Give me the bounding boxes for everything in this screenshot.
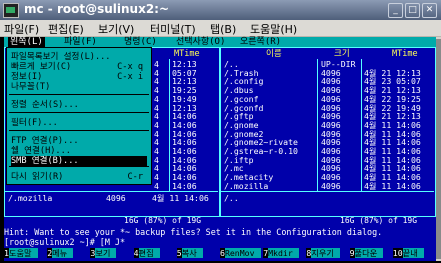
fkey-label: RenMov: [224, 248, 261, 258]
dropdown-item[interactable]: 다시 읽기(R) C-r: [11, 172, 147, 182]
right-panel-separator: [221, 191, 434, 192]
fkey-label: Mkdir: [268, 248, 299, 258]
fkey-7[interactable]: 7Mkdir: [263, 248, 299, 258]
fkey-number: 4: [133, 248, 139, 258]
window-title: mc - root@sulinux2:~: [24, 2, 170, 16]
fkey-5[interactable]: 5복사: [176, 248, 203, 258]
dropdown-item-label: FTP 연결(P)...: [11, 136, 79, 146]
dropdown-separator: [9, 166, 149, 167]
dropdown-item[interactable]: 쉘 연결(H)...: [11, 146, 147, 156]
fkey-number: 5: [176, 248, 182, 258]
fkey-number: 9: [349, 248, 355, 258]
dropdown-item-shortcut: C-x i: [117, 72, 143, 82]
menu-help[interactable]: 도움말(H): [250, 21, 297, 37]
left-menu-dropdown: 파일목록보기 설정(L)... 빠르게 보기(C) C-x q 정보(I) C-x i 나…: [6, 47, 152, 185]
fkey-label: 지우기: [311, 248, 340, 258]
window-titlebar: mc - root@sulinux2:~ _ □ ✕: [0, 0, 441, 20]
dropdown-item[interactable]: 파일목록보기 설정(L)...: [11, 52, 147, 62]
mc-menu-file[interactable]: 파일(F): [64, 37, 97, 47]
terminal-scrollbar[interactable]: [436, 37, 441, 261]
menu-file[interactable]: 파일(F): [4, 21, 39, 37]
dropdown-separator: [9, 130, 149, 131]
mc-menu-left[interactable]: 왼쪽(L): [8, 37, 45, 47]
maximize-icon[interactable]: □: [405, 3, 420, 18]
dropdown-item-shortcut: C-x q: [117, 62, 143, 72]
dropdown-item-label: 파일목록보기 설정(L)...: [11, 52, 111, 62]
shell-prompt[interactable]: [root@sulinux2 ~]# [M J*: [4, 237, 125, 247]
fkey-label: 편집: [138, 248, 160, 258]
left-panel-column-divider: [169, 59, 170, 191]
menu-edit[interactable]: 편집(E): [48, 21, 84, 37]
close-icon[interactable]: ✕: [422, 3, 437, 18]
minimize-icon[interactable]: _: [388, 3, 403, 18]
dropdown-item[interactable]: 필터(F)...: [11, 118, 147, 128]
fkey-label: 풀다운: [354, 248, 384, 258]
left-panel-date-fragment: 4: [154, 180, 159, 191]
fkey-label: 끝내: [402, 248, 424, 258]
right-panel-disk-status: 16G (87%) of 19G: [340, 216, 418, 225]
dropdown-item[interactable]: 정렬 순서(S)...: [11, 100, 147, 110]
right-panel-date-cell: 4월 11 14:06: [364, 180, 421, 191]
menu-view[interactable]: 보기(V): [98, 21, 134, 37]
fkey-label: 보기: [95, 248, 117, 258]
left-panel-selected-name: /.mozilla: [8, 193, 53, 203]
left-panel-disk-status: 16G (87%) of 19G: [124, 216, 202, 225]
fkey-label: 메뉴: [52, 248, 74, 258]
mc-menu-right[interactable]: 오른쪽(R): [240, 37, 281, 47]
dropdown-item[interactable]: 나무꼴(T): [11, 82, 147, 92]
fkey-4[interactable]: 4편집: [133, 248, 160, 258]
fkey-2[interactable]: 2메뉴: [47, 248, 74, 258]
right-panel-divider-2: [361, 59, 362, 191]
right-panel-divider-1: [317, 59, 318, 191]
terminal-menubar: 파일(F) 편집(E) 보기(V) 터미널(T) 탭(B) 도움말(H): [0, 20, 441, 37]
dropdown-separator: [9, 94, 149, 95]
terminal-app-icon: [3, 3, 19, 18]
terminal-screen[interactable]: 왼쪽(L) 파일(F) 명령(C) 선택사항(O) 오른쪽(R) MTime 1…: [4, 37, 436, 261]
dropdown-item-label: SMB 연결(B)...: [11, 156, 79, 166]
left-panel-selected-date: 4월 11 14:06: [152, 193, 209, 203]
left-panel-separator: [5, 191, 218, 192]
right-panel-selected-name: /..: [224, 193, 239, 203]
right-panel-name-cell[interactable]: /.mozilla: [224, 182, 268, 191]
dropdown-item-label: 정렬 순서(S)...: [11, 100, 79, 110]
hint-line: Hint: Want to see your *~ backup files? …: [4, 227, 383, 237]
left-panel-mtime-header: MTime: [174, 49, 200, 59]
dropdown-item-label: 쉘 연결(H)...: [11, 146, 71, 156]
right-panel-name-header[interactable]: 이름: [266, 49, 282, 59]
dropdown-item-label: 빠르게 보기(C): [11, 62, 72, 72]
right-panel-size-header[interactable]: 크기: [334, 49, 350, 59]
fkey-10[interactable]: 10끝내: [392, 248, 424, 258]
dropdown-item-label: 다시 읽기(R): [11, 172, 64, 182]
dropdown-item-label: 정보(I): [11, 72, 43, 82]
dropdown-item-label: 필터(F)...: [11, 118, 58, 128]
scrollbar-thumb[interactable]: [436, 39, 441, 259]
menu-tabs[interactable]: 탭(B): [210, 21, 236, 37]
dropdown-item-shortcut: C-r: [127, 172, 143, 182]
dropdown-separator: [9, 112, 149, 113]
fkey-1[interactable]: 1도움말: [4, 248, 38, 258]
fkey-6[interactable]: 6RenMov: [220, 248, 261, 258]
dropdown-item[interactable]: 정보(I) C-x i: [11, 72, 147, 82]
fkey-label: 복사: [181, 248, 203, 258]
menu-terminal[interactable]: 터미널(T): [150, 21, 196, 37]
mc-menubar: 왼쪽(L) 파일(F) 명령(C) 선택사항(O) 오른쪽(R): [4, 37, 436, 47]
right-panel-size-cell: 4096: [321, 180, 341, 191]
fkey-9[interactable]: 9풀다운: [349, 248, 384, 258]
dropdown-item[interactable]: FTP 연결(P)...: [11, 136, 147, 146]
fkey-number: 10: [392, 248, 403, 258]
left-panel-mtime-cell: 14:06: [172, 180, 197, 191]
fkey-label: 도움말: [8, 248, 38, 258]
left-panel-selected-size: 4096: [106, 193, 126, 203]
dropdown-item-label: 나무꼴(T): [11, 82, 51, 92]
function-key-bar: 1도움말 2메뉴 3보기 4편집 5복사 6RenMov 7Mkdir 8지우기 9풀다운 10끝…: [4, 248, 436, 258]
fkey-8[interactable]: 8지우기: [306, 248, 340, 258]
fkey-3[interactable]: 3보기: [90, 248, 117, 258]
mc-menu-command[interactable]: 명령(C): [124, 37, 157, 47]
mc-menu-options[interactable]: 선택사항(O): [176, 37, 225, 47]
dropdown-item[interactable]: 빠르게 보기(C) C-x q: [11, 62, 147, 72]
right-panel-mtime-header[interactable]: MTime: [392, 49, 418, 59]
dropdown-item[interactable]: SMB 연결(B)...: [11, 156, 147, 166]
